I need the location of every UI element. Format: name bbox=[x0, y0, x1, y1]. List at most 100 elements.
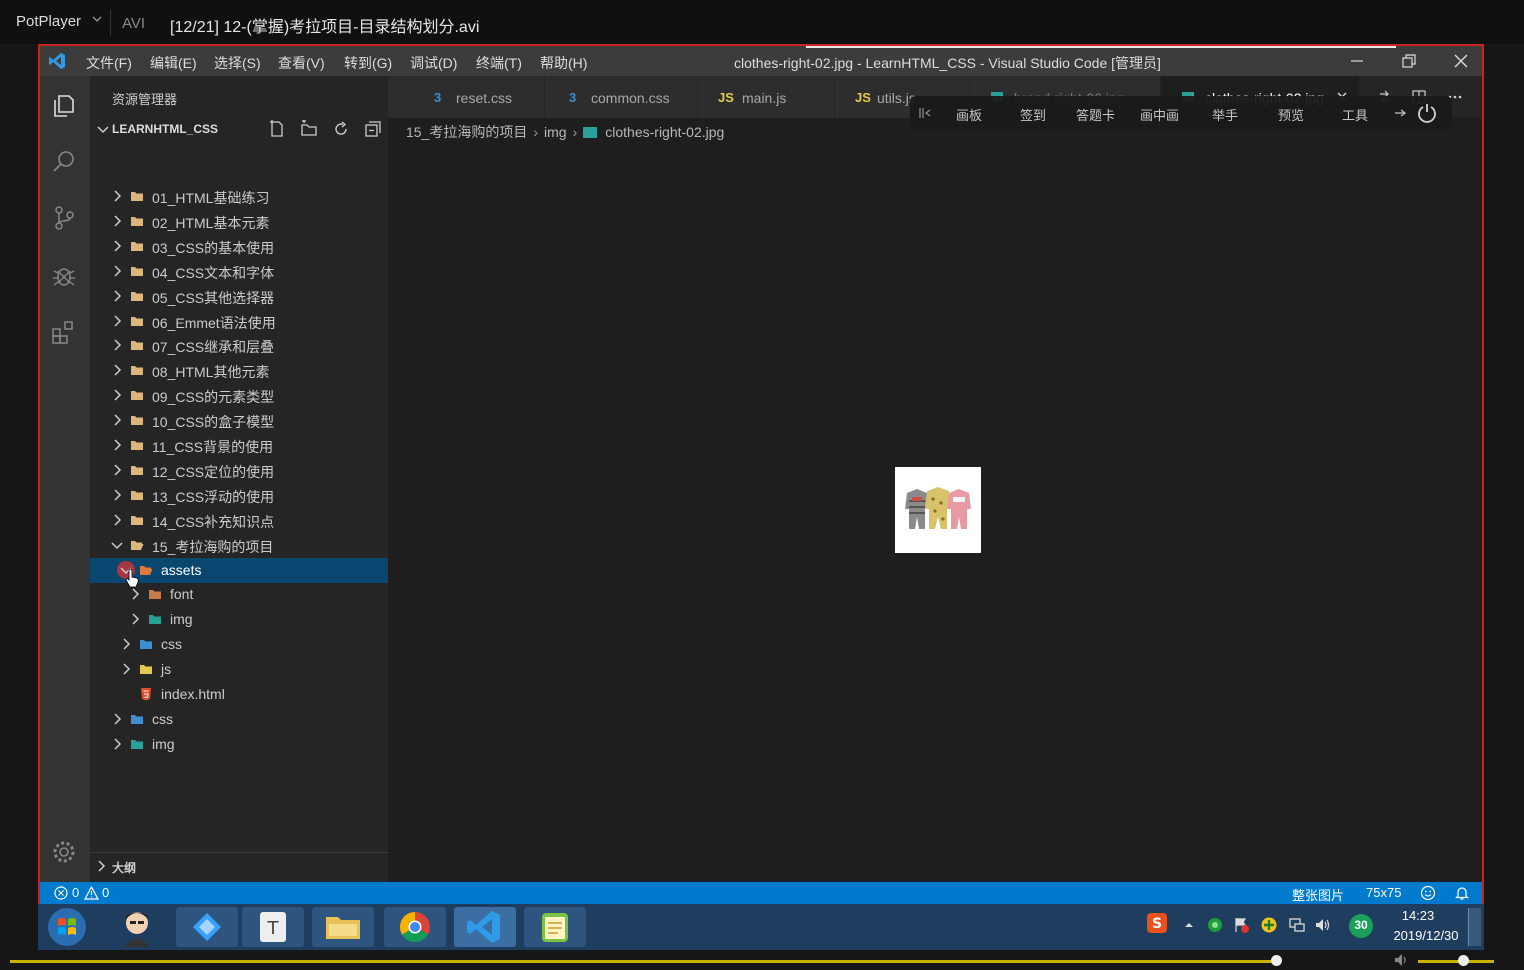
refresh-icon[interactable] bbox=[332, 120, 350, 138]
toolbar-item-raise-hand[interactable]: 举手 bbox=[1212, 105, 1238, 124]
close-icon[interactable] bbox=[1452, 52, 1470, 70]
action-center-flag-icon[interactable] bbox=[1232, 916, 1250, 934]
chevron-right-icon[interactable] bbox=[110, 513, 124, 527]
clock-time[interactable]: 14:23 bbox=[1388, 908, 1448, 923]
seek-bar[interactable] bbox=[10, 960, 1280, 963]
tree-folder-item[interactable]: img bbox=[90, 607, 388, 632]
network-icon[interactable] bbox=[1288, 916, 1306, 934]
tray-green-icon[interactable] bbox=[1206, 916, 1224, 934]
taskbar-app-vscode[interactable] bbox=[454, 907, 516, 947]
tree-folder-item[interactable]: js bbox=[90, 657, 388, 682]
tree-folder-item[interactable]: 04_CSS文本和字体 bbox=[90, 259, 388, 284]
taskbar-app-typora[interactable]: T bbox=[242, 907, 304, 947]
bell-icon[interactable] bbox=[1454, 885, 1470, 901]
taskbar-avatar-app[interactable] bbox=[106, 907, 168, 947]
chevron-right-icon[interactable] bbox=[110, 413, 124, 427]
tab-reset-css[interactable]: 3 reset.css bbox=[388, 76, 545, 118]
collapse-all-icon[interactable] bbox=[364, 120, 382, 138]
clock-date[interactable]: 2019/12/30 bbox=[1386, 928, 1466, 943]
workspace-header[interactable]: LEARNHTML_CSS bbox=[90, 118, 388, 140]
chevron-right-icon[interactable] bbox=[119, 662, 133, 676]
restore-icon[interactable] bbox=[1400, 52, 1418, 70]
tray-expand-icon[interactable] bbox=[1180, 916, 1198, 934]
menu-edit[interactable]: 编辑(E) bbox=[150, 53, 197, 73]
image-mode-status[interactable]: 整张图片 bbox=[1292, 885, 1344, 904]
chevron-right-icon[interactable] bbox=[110, 338, 124, 352]
taskbar-app-1[interactable] bbox=[176, 907, 238, 947]
toolbar-item-pip[interactable]: 画中画 bbox=[1140, 105, 1179, 124]
tree-file-item[interactable]: index.html bbox=[90, 682, 388, 707]
tab-main-js[interactable]: JS main.js bbox=[698, 76, 835, 118]
chevron-right-icon[interactable] bbox=[119, 637, 133, 651]
tree-folder-item[interactable]: 05_CSS其他选择器 bbox=[90, 284, 388, 309]
tab-common-css[interactable]: 3 common.css bbox=[545, 76, 698, 118]
taskbar-app-notes[interactable] bbox=[524, 907, 586, 947]
tree-folder-item[interactable]: 12_CSS定位的使用 bbox=[90, 458, 388, 483]
menu-view[interactable]: 查看(V) bbox=[278, 53, 325, 73]
taskbar-app-chrome[interactable] bbox=[384, 907, 446, 947]
volume-slider[interactable] bbox=[1418, 960, 1494, 963]
chevron-right-icon[interactable] bbox=[110, 214, 124, 228]
tree-folder-item[interactable]: 06_Emmet语法使用 bbox=[90, 309, 388, 334]
error-icon[interactable] bbox=[54, 886, 68, 900]
volume-handle[interactable] bbox=[1458, 955, 1469, 966]
arrow-icon[interactable] bbox=[1394, 108, 1406, 118]
chevron-right-icon[interactable] bbox=[110, 438, 124, 452]
chevron-right-icon[interactable] bbox=[110, 289, 124, 303]
chevron-right-icon[interactable] bbox=[110, 239, 124, 253]
collapse-toolbar-icon[interactable] bbox=[918, 107, 932, 119]
power-icon[interactable] bbox=[1416, 102, 1438, 124]
taskbar-app-explorer[interactable] bbox=[312, 907, 374, 947]
chevron-right-icon[interactable] bbox=[110, 737, 124, 751]
chevron-down-icon[interactable] bbox=[96, 122, 110, 136]
seek-handle[interactable] bbox=[1271, 955, 1282, 966]
chevron-right-icon[interactable] bbox=[110, 363, 124, 377]
tree-folder-item[interactable]: 13_CSS浮动的使用 bbox=[90, 483, 388, 508]
menu-terminal[interactable]: 终端(T) bbox=[476, 53, 522, 73]
tree-folder-item[interactable]: 09_CSS的元素类型 bbox=[90, 383, 388, 408]
chevron-right-icon[interactable] bbox=[94, 859, 108, 873]
tree-folder-item[interactable]: img bbox=[90, 732, 388, 757]
tree-folder-item[interactable]: font bbox=[90, 582, 388, 607]
extensions-icon[interactable] bbox=[50, 318, 78, 346]
tree-folder-item[interactable]: 03_CSS的基本使用 bbox=[90, 234, 388, 259]
menu-debug[interactable]: 调试(D) bbox=[410, 53, 457, 73]
toolbar-item-draw-board[interactable]: 画板 bbox=[956, 105, 982, 124]
chevron-right-icon[interactable] bbox=[128, 587, 142, 601]
explorer-icon[interactable] bbox=[50, 90, 78, 118]
show-desktop-button[interactable] bbox=[1468, 908, 1481, 946]
chevron-right-icon[interactable] bbox=[110, 314, 124, 328]
outline-section[interactable]: 大纲 bbox=[90, 852, 388, 879]
menu-help[interactable]: 帮助(H) bbox=[540, 53, 587, 73]
menu-go[interactable]: 转到(G) bbox=[344, 53, 392, 73]
minimize-icon[interactable] bbox=[1348, 52, 1366, 70]
warning-count[interactable]: 0 bbox=[102, 885, 109, 900]
chevron-down-icon[interactable] bbox=[92, 14, 102, 24]
toolbar-item-preview[interactable]: 预览 bbox=[1278, 105, 1304, 124]
tree-folder-item[interactable]: css bbox=[90, 707, 388, 732]
breadcrumb-item[interactable]: 15_考拉海购的项目 bbox=[406, 124, 527, 140]
tree-folder-item[interactable]: 14_CSS补充知识点 bbox=[90, 508, 388, 533]
gear-icon[interactable] bbox=[50, 838, 78, 866]
tree-folder-item[interactable]: 08_HTML其他元素 bbox=[90, 358, 388, 383]
volume-icon[interactable] bbox=[1394, 953, 1410, 967]
error-count[interactable]: 0 bbox=[72, 885, 79, 900]
tree-folder-item[interactable]: css bbox=[90, 632, 388, 657]
tree-folder-item[interactable]: 15_考拉海购的项目 bbox=[90, 533, 388, 558]
start-button-icon[interactable] bbox=[46, 906, 88, 948]
tree-folder-item[interactable]: 11_CSS背景的使用 bbox=[90, 433, 388, 458]
tray-plus-icon[interactable] bbox=[1260, 916, 1278, 934]
chevron-right-icon[interactable] bbox=[110, 388, 124, 402]
chevron-right-icon[interactable] bbox=[110, 712, 124, 726]
sogou-input-icon[interactable]: S bbox=[1146, 912, 1168, 934]
warning-icon[interactable] bbox=[84, 886, 99, 900]
new-file-icon[interactable] bbox=[268, 120, 286, 138]
chevron-right-icon[interactable] bbox=[110, 488, 124, 502]
menu-selection[interactable]: 选择(S) bbox=[214, 53, 261, 73]
chevron-right-icon[interactable] bbox=[110, 264, 124, 278]
tree-folder-item[interactable]: assets bbox=[90, 557, 388, 587]
tree-folder-item[interactable]: 01_HTML基础练习 bbox=[90, 184, 388, 209]
breadcrumb-item[interactable]: img bbox=[544, 124, 567, 140]
chevron-right-icon[interactable] bbox=[110, 463, 124, 477]
smiley-feedback-icon[interactable] bbox=[1420, 885, 1436, 901]
